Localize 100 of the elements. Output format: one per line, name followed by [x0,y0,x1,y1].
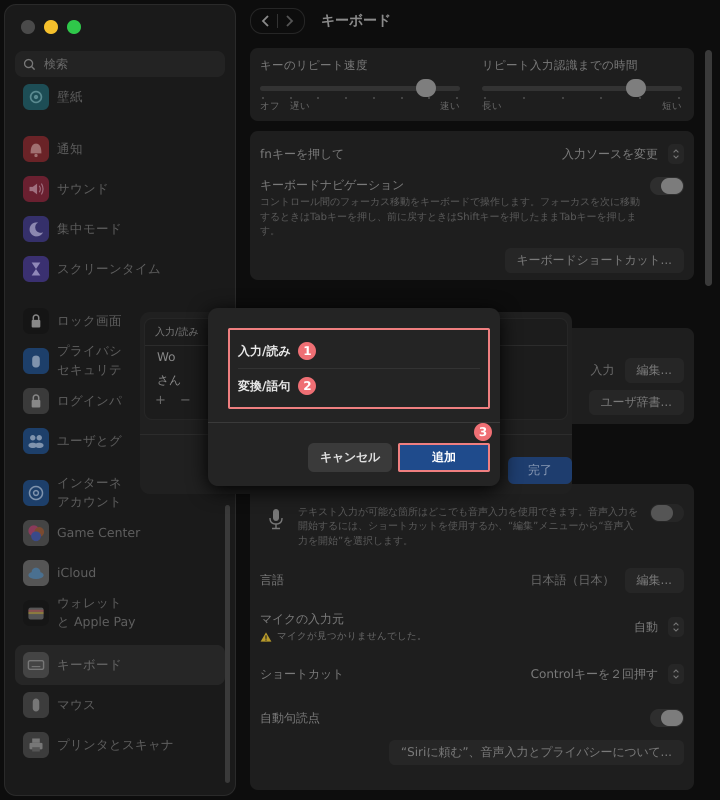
setting-label: 言語 [260,572,284,588]
setting-description: テキスト入力が可能な箇所はどこでも音声入力を使用できます。音声入力を開始するには、ショートカットを使用するか、“編集”メニューから“音声入力を開始”を選択します。 [298,506,639,548]
microphone-icon [268,508,284,530]
stepper-icon [668,664,684,684]
slider-track[interactable] [260,79,460,97]
sidebar-label: セキュリテ [57,361,122,379]
zoom-button[interactable] [67,20,81,34]
toggle-switch[interactable] [650,504,684,522]
slider-label: キーのリピート速度 [260,58,369,73]
popup-button[interactable]: Controlキーを２回押す [530,664,684,684]
setting-label: ショートカット [260,666,344,682]
warning-text: マイクが見つかりませんでした。 [277,630,427,643]
remove-row-button[interactable]: − [176,393,195,408]
search-icon [23,58,36,70]
toggle-switch[interactable] [650,709,684,727]
keyboard-icon [23,652,49,678]
slider-track[interactable] [482,79,682,97]
slider-thumb[interactable] [416,79,436,97]
back-icon[interactable] [261,13,271,29]
cancel-button[interactable]: キャンセル [308,443,392,472]
sidebar-item[interactable]: ウォレット と Apple Pay [15,593,225,633]
edit-button[interactable]: 編集... [624,358,684,383]
sidebar-label: Game Center [57,524,140,542]
popup-button[interactable]: 自動 [634,617,684,637]
lock-icon [23,308,49,334]
search-input[interactable]: 検索 [42,56,217,72]
forward-icon[interactable] [284,13,294,29]
sidebar-item[interactable]: 壁紙 [15,77,225,117]
sidebar-label: インターネ [57,474,122,492]
number-badge: 1 [298,342,316,360]
add-row-button[interactable]: + [151,393,170,408]
scroll-bar[interactable] [705,50,712,286]
minimize-button[interactable] [44,20,58,34]
user-dictionary-button[interactable]: ユーザ辞書... [588,390,684,415]
sidebar-label: ユーザとグ [57,432,122,450]
sidebar-item[interactable]: サウンド [15,169,225,209]
setting-value: 日本語（日本） [530,572,615,588]
setting-description: コントロール間のフォーカス移動をキーボードで操作します。フォーカスを次に移動するときはTabキーを押し、前に戻すときはShiftキーを押したままTabキーを押します。 [260,196,640,239]
sidebar-label: マウス [57,696,96,714]
setting-label: 自動句読点 [260,710,320,726]
slider-thumb[interactable] [626,79,646,97]
sidebar-label: ウォレット [57,594,123,612]
warning-icon [260,632,272,642]
sidebar-item[interactable]: キーボード [15,645,225,685]
toggle-switch[interactable] [650,177,684,195]
printer-icon [23,732,49,758]
stepper-icon [668,144,684,164]
sidebar-label: ログインパ [57,392,122,410]
setting-label: マイクの入力元 [260,611,345,628]
sidebar-item[interactable]: 集中モード [15,209,225,249]
setting-label: キーボードナビゲーション [260,177,405,194]
search-field[interactable]: 検索 [15,51,225,77]
sidebar-label: プリンタとスキャナ [57,736,174,754]
sidebar-label: ロック画面 [57,312,122,330]
moon-icon [23,216,49,242]
hand-icon [23,348,49,374]
scroll-bar[interactable] [225,505,230,783]
sidebar-label: プライバシ [57,342,122,360]
edit-button[interactable]: 編集... [624,568,684,592]
scale-label: 長い [482,100,502,113]
sidebar-label: 集中モード [57,220,122,238]
lock-icon [23,388,49,414]
bell-icon [23,136,49,162]
popup-button[interactable]: 入力ソースを変更 [562,144,684,164]
keyboard-shortcuts-button[interactable]: キーボードショートカット... [504,248,684,273]
bubbles-icon [23,520,49,546]
add-button[interactable]: 追加 [398,443,490,472]
sidebar-label: 壁紙 [57,88,83,106]
sidebar-item[interactable]: iCloud [15,553,225,593]
sidebar-label: iCloud [57,564,96,582]
sidebar-item[interactable]: Game Center [15,513,225,553]
sidebar-item[interactable]: プリンタとスキャナ [15,725,225,765]
hourglass-icon [23,256,49,282]
field-label: 変換/語句 [238,378,290,394]
sidebar-item[interactable]: スクリーンタイム [15,249,225,289]
people-icon [23,428,49,454]
window-title: キーボード [321,12,391,30]
sidebar-item[interactable]: マウス [15,685,225,725]
sidebar-label: アカウント [57,493,122,511]
sidebar-label: サウンド [57,180,109,198]
scale-label: 遅い [290,100,310,113]
speaker-icon [23,176,49,202]
cloud-icon [23,560,49,586]
number-badge: 2 [298,377,316,395]
sidebar-item[interactable]: 通知 [15,129,225,169]
scale-label: 速い [440,100,460,113]
scale-label: オフ [260,100,280,113]
slider-label: リピート入力認識までの時間 [482,58,639,73]
sidebar-label: と Apple Pay [57,613,136,631]
stepper-icon [668,617,684,637]
sidebar-label: キーボード [57,656,122,674]
number-badge: 3 [474,423,492,441]
sidebar-label: 通知 [57,140,83,158]
siri-privacy-button[interactable]: “Siriに頼む”、音声入力とプライバシーについて... [388,740,684,764]
sidebar-label: スクリーンタイム [57,260,161,278]
done-button[interactable]: 完了 [508,457,572,484]
scale-label: 短い [662,100,682,113]
setting-value: 入力 [590,362,615,379]
setting-label: fnキーを押して [260,146,344,162]
mouse-icon [23,692,49,718]
